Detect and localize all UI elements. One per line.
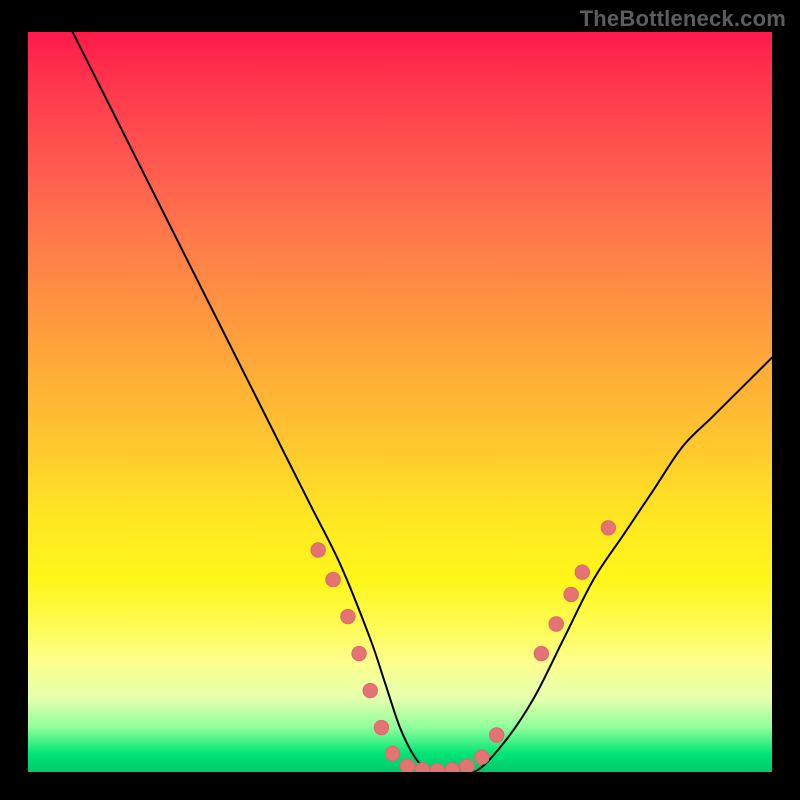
data-dot <box>445 763 459 772</box>
plot-area <box>28 32 772 772</box>
data-dots <box>311 521 616 772</box>
bottleneck-curve <box>73 32 772 772</box>
data-dot <box>415 763 429 772</box>
data-dot <box>575 565 589 579</box>
curve-layer <box>28 32 772 772</box>
data-dot <box>430 763 444 772</box>
chart-frame: TheBottleneck.com <box>0 0 800 800</box>
data-dot <box>326 572 340 586</box>
data-dot <box>601 521 615 535</box>
data-dot <box>385 746 399 760</box>
data-dot <box>400 759 414 772</box>
data-dot <box>564 587 578 601</box>
data-dot <box>475 750 489 764</box>
watermark-text: TheBottleneck.com <box>580 6 786 32</box>
data-dot <box>549 617 563 631</box>
data-dot <box>311 543 325 557</box>
data-dot <box>341 609 355 623</box>
data-dot <box>352 646 366 660</box>
data-dot <box>534 646 548 660</box>
data-dot <box>490 728 504 742</box>
data-dot <box>374 720 388 734</box>
data-dot <box>460 759 474 772</box>
data-dot <box>363 683 377 697</box>
